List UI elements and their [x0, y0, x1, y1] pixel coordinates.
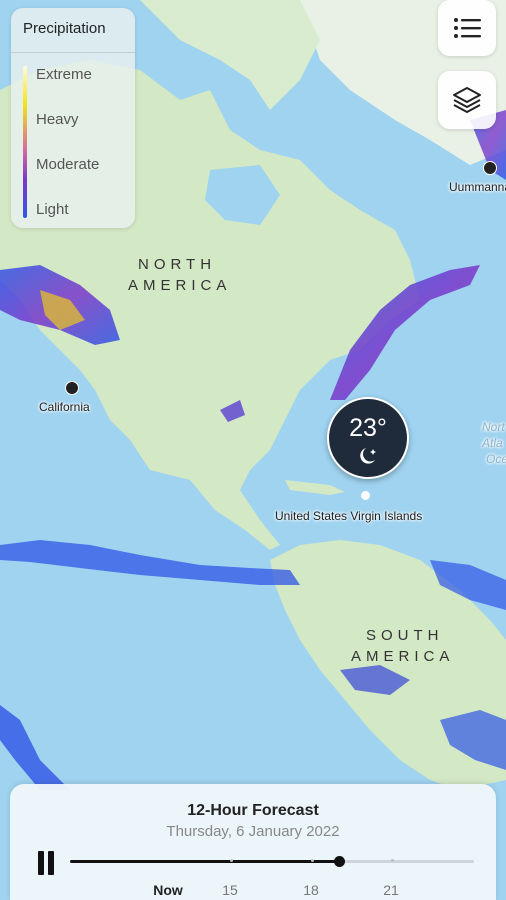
list-icon: [454, 18, 481, 38]
ocean-label-line1: Nort: [482, 420, 505, 434]
tick-label-18[interactable]: 18: [303, 882, 319, 898]
place-marker-california[interactable]: [65, 381, 79, 395]
legend-divider: [11, 52, 135, 53]
timeline-thumb[interactable]: [333, 856, 345, 867]
region-label-south-america: AMERICA: [351, 648, 455, 665]
place-label-uvi[interactable]: United States Virgin Islands: [275, 509, 422, 523]
forecast-title: 12-Hour Forecast: [187, 802, 319, 819]
layers-icon: [453, 87, 481, 113]
timeline-progress: [70, 860, 339, 863]
place-marker-uummannaq[interactable]: [483, 161, 497, 175]
timeline-tick: [311, 859, 314, 862]
ocean-label-line3: Oce: [486, 452, 506, 466]
pause-button[interactable]: [35, 851, 57, 875]
region-label-north: NORTH: [138, 256, 217, 273]
timeline-slider[interactable]: [70, 856, 474, 867]
precipitation-legend: Precipitation Extreme Heavy Moderate Lig…: [11, 8, 135, 228]
tick-label-15[interactable]: 15: [222, 882, 238, 898]
intensity-scale: [23, 66, 27, 218]
timeline-tick: [230, 859, 233, 862]
legend-level-heavy: Heavy: [36, 111, 79, 128]
ocean-label-line2: Atla: [482, 436, 503, 450]
tick-label-21[interactable]: 21: [383, 882, 399, 898]
tick-label-now[interactable]: Now: [153, 882, 183, 898]
legend-level-moderate: Moderate: [36, 156, 100, 173]
place-marker-uvi[interactable]: [361, 491, 370, 500]
timeline-tick: [391, 859, 394, 862]
legend-title: Precipitation: [23, 20, 106, 37]
region-label-south: SOUTH: [366, 627, 444, 644]
weather-bubble[interactable]: 23°: [327, 397, 409, 479]
list-button[interactable]: [438, 0, 496, 56]
forecast-date: Thursday, 6 January 2022: [166, 823, 340, 840]
place-label-california[interactable]: California: [39, 400, 90, 414]
legend-level-light: Light: [36, 201, 69, 218]
forecast-panel: 12-Hour Forecast Thursday, 6 January 202…: [10, 784, 496, 900]
bubble-temperature: 23°: [349, 414, 387, 442]
region-label-north-america: AMERICA: [128, 277, 232, 294]
place-label-uummannaq[interactable]: Uummannaq: [449, 180, 506, 194]
moon-stars-icon: [360, 448, 376, 464]
layers-button[interactable]: [438, 71, 496, 129]
legend-level-extreme: Extreme: [36, 66, 92, 83]
